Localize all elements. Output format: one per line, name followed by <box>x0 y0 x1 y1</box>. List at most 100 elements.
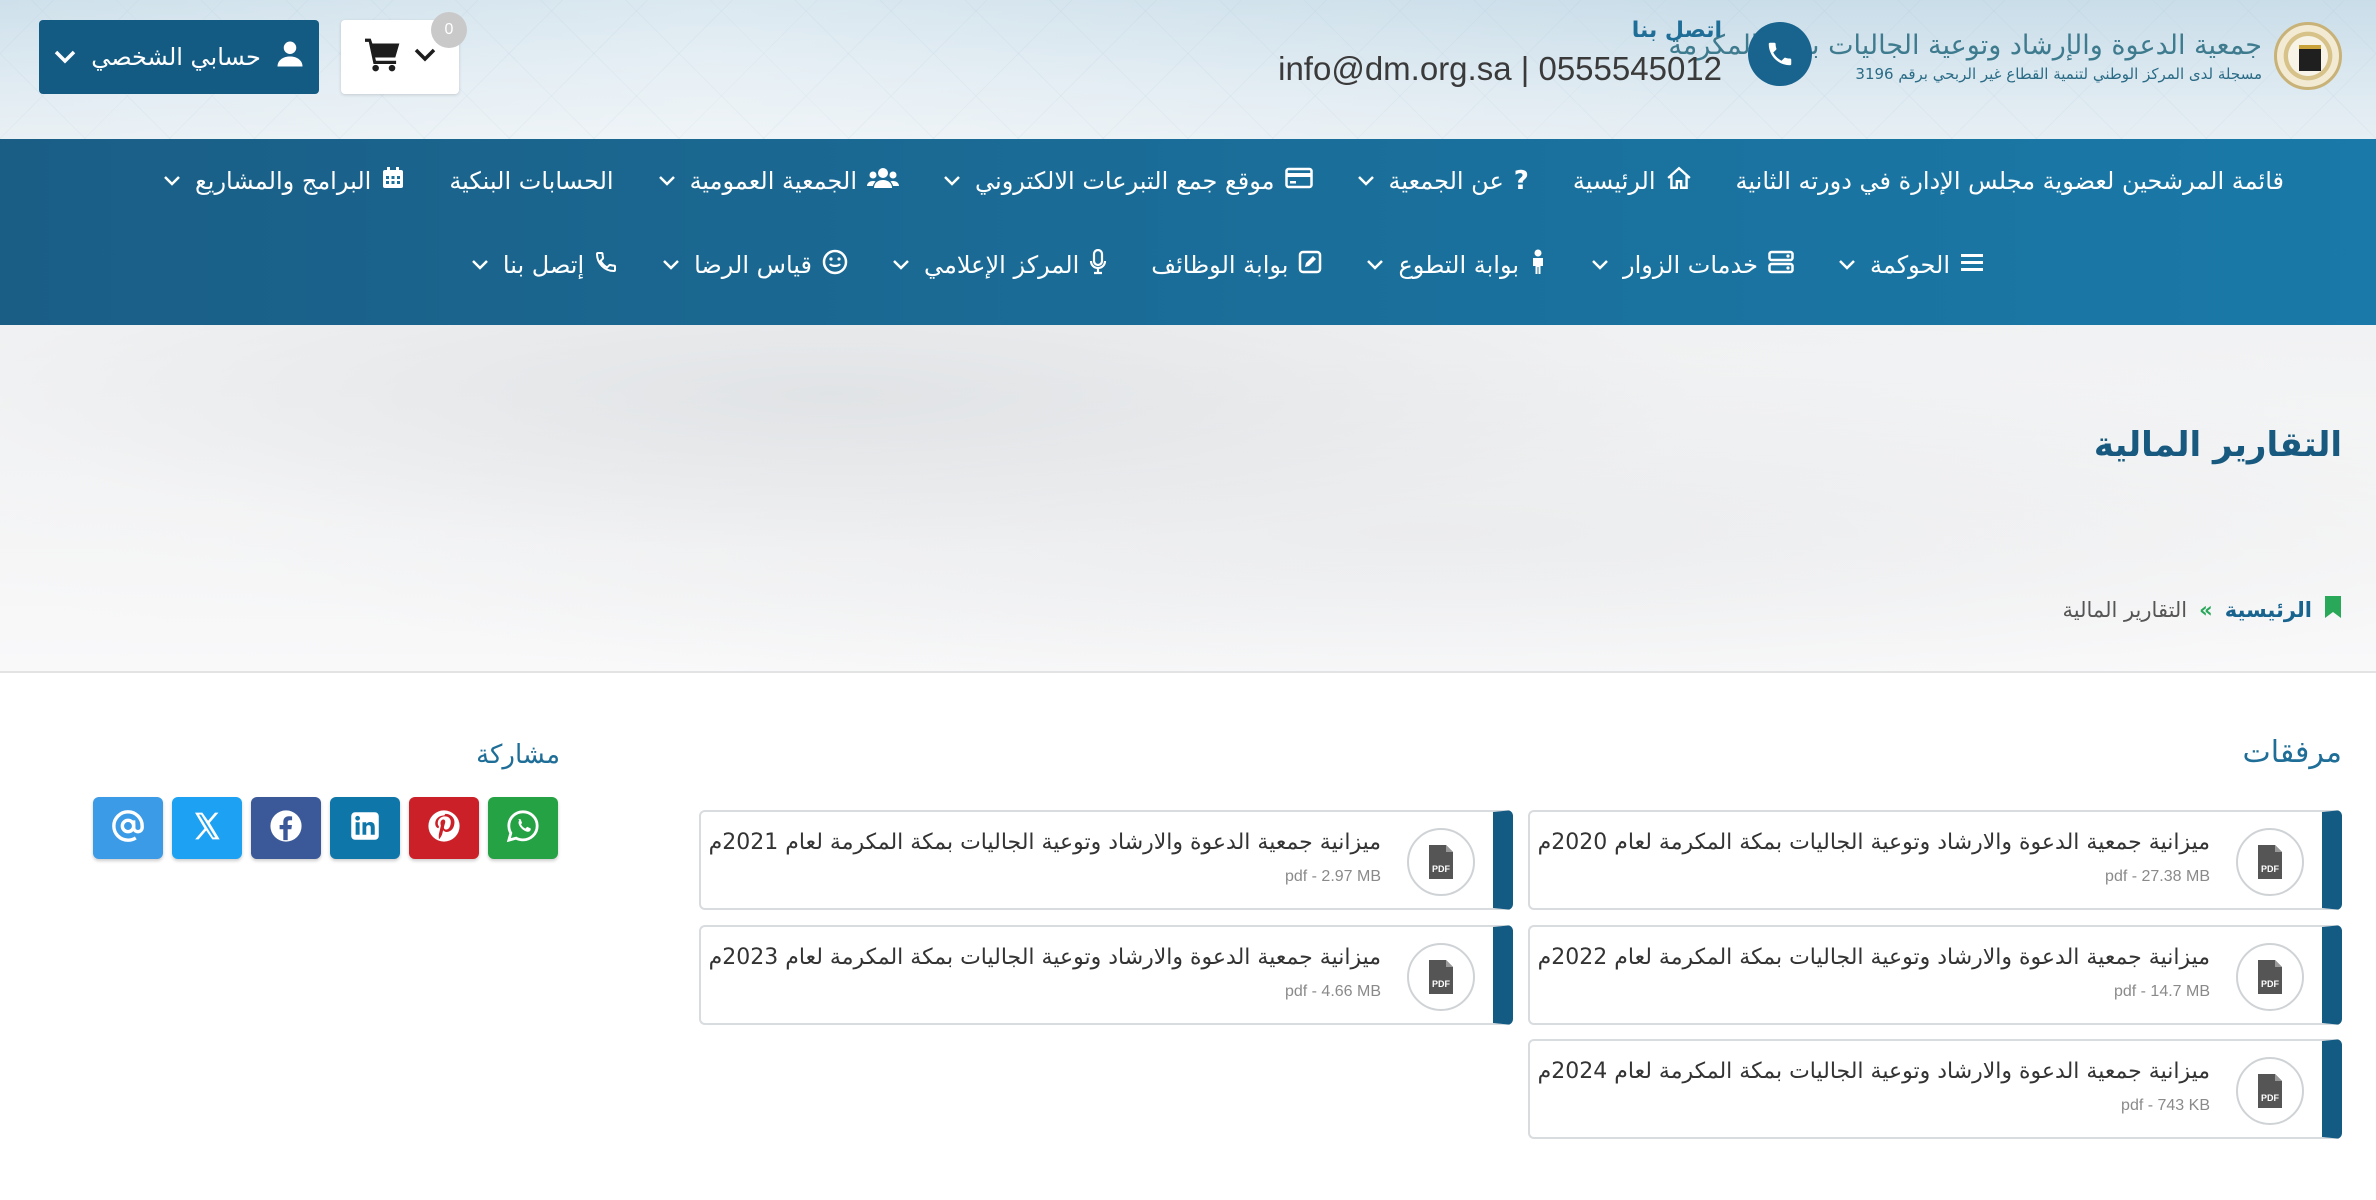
edit-icon <box>1298 250 1322 280</box>
nav-item-general-assembly[interactable]: الجمعية العمومية <box>636 166 921 196</box>
svg-text:PDF: PDF <box>2261 979 2280 989</box>
nav-label: الجمعية العمومية <box>689 167 858 195</box>
attachment-item[interactable]: PDF ميزانية جمعية الدعوة والارشاد وتوعية… <box>1528 925 2342 1025</box>
attachment-meta: pdf - 14.7 MB <box>2113 983 2210 1000</box>
nav-item-volunteering[interactable]: بوابة التطوع <box>1344 249 1569 281</box>
nav-label: الحوكمة <box>1869 251 1950 279</box>
pdf-file-icon: PDF <box>2236 943 2304 1011</box>
breadcrumb: الرئيسية » التقارير المالية <box>2063 595 2342 624</box>
chevron-down-icon <box>163 171 181 192</box>
svg-text:PDF: PDF <box>2261 864 2280 874</box>
page-hero: التقارير المالية الرئيسية » التقارير الم… <box>0 325 2376 673</box>
attachment-item[interactable]: PDF ميزانية جمعية الدعوة والارشاد وتوعية… <box>1528 1039 2342 1139</box>
svg-text:PDF: PDF <box>2261 1093 2280 1103</box>
chevron-down-icon <box>1838 255 1856 276</box>
pdf-file-icon: PDF <box>2236 1057 2304 1125</box>
share-title: مشاركة <box>476 740 560 770</box>
contact-block: اتصل بنا info@dm.org.sa | 0555545012 <box>1278 14 1812 94</box>
attachment-meta: pdf - 743 KB <box>2121 1097 2210 1114</box>
user-icon <box>275 39 305 75</box>
cart-icon <box>363 37 403 77</box>
attachment-item[interactable]: PDF ميزانية جمعية الدعوة والارشاد وتوعية… <box>1528 810 2342 910</box>
nav-item-media-center[interactable]: المركز الإعلامي <box>870 248 1129 281</box>
attachment-item[interactable]: PDF ميزانية جمعية الدعوة والارشاد وتوعية… <box>699 925 1513 1025</box>
share-email-button[interactable] <box>93 797 163 859</box>
pinterest-icon <box>427 809 461 847</box>
microphone-icon <box>1089 248 1107 281</box>
nav-item-visitor-services[interactable]: خدمات الزوار <box>1569 250 1816 280</box>
nav-label: قياس الرضا <box>694 251 812 279</box>
svg-text:PDF: PDF <box>1432 864 1451 874</box>
main-navbar: قائمة المرشحين لعضوية مجلس الإدارة في دو… <box>0 139 2376 325</box>
pdf-file-icon: PDF <box>1407 943 1475 1011</box>
kaaba-emblem-icon <box>2274 22 2342 90</box>
breadcrumb-home[interactable]: الرئيسية <box>2225 598 2312 622</box>
attachment-meta: pdf - 4.66 MB <box>1284 983 1381 1000</box>
share-buttons <box>93 797 558 859</box>
nav-item-about[interactable]: ? عن الجمعية <box>1335 166 1551 196</box>
chevron-down-icon <box>658 171 676 192</box>
server-icon <box>1768 250 1794 280</box>
chevron-down-icon <box>943 171 961 192</box>
bars-icon <box>1960 251 1984 279</box>
email-icon <box>111 809 145 847</box>
nav-item-jobs[interactable]: بوابة الوظائف <box>1129 250 1344 280</box>
breadcrumb-separator: » <box>2199 597 2213 622</box>
phone-icon <box>594 250 618 280</box>
nav-label: البرامج والمشاريع <box>194 167 372 195</box>
attachment-name: ميزانية جمعية الدعوة والارشاد وتوعية الج… <box>1537 1059 2210 1084</box>
nav-label: بوابة الوظائف <box>1151 251 1289 279</box>
facebook-icon <box>269 809 303 847</box>
linkedin-icon <box>350 811 380 845</box>
chevron-down-icon <box>471 255 489 276</box>
share-whatsapp-button[interactable] <box>488 797 558 859</box>
chevron-down-icon <box>892 255 910 276</box>
nav-label: موقع جمع التبرعات الالكتروني <box>975 167 1275 195</box>
nav-item-home[interactable]: الرئيسية <box>1551 166 1714 196</box>
nav-item-governance[interactable]: الحوكمة <box>1816 251 2006 279</box>
nav-label: عن الجمعية <box>1388 167 1504 195</box>
nav-label: إتصل بنا <box>502 251 585 279</box>
bookmark-icon <box>2324 595 2342 624</box>
attachment-name: ميزانية جمعية الدعوة والارشاد وتوعية الج… <box>708 945 1381 970</box>
nav-row-2: الحوكمة خدمات الزوار بوابة التطوع بوابة … <box>70 223 2006 307</box>
svg-text:PDF: PDF <box>1432 979 1451 989</box>
nav-row-1: قائمة المرشحين لعضوية مجلس الإدارة في دو… <box>70 139 2306 223</box>
nav-item-candidates[interactable]: قائمة المرشحين لعضوية مجلس الإدارة في دو… <box>1714 167 2306 195</box>
question-icon: ? <box>1513 166 1529 196</box>
attachment-meta: pdf - 2.97 MB <box>1284 868 1381 885</box>
person-icon <box>1529 249 1547 281</box>
credit-card-icon <box>1284 167 1313 195</box>
logo-subtitle: مسجلة لدى المركز الوطني لتنمية القطاع غي… <box>1855 64 2262 83</box>
attachment-item[interactable]: PDF ميزانية جمعية الدعوة والارشاد وتوعية… <box>699 810 1513 910</box>
calendar-icon <box>381 166 405 196</box>
nav-label: الرئيسية <box>1572 167 1656 195</box>
chevron-down-icon <box>53 43 77 71</box>
contact-title[interactable]: اتصل بنا <box>1632 18 1722 43</box>
share-linkedin-button[interactable] <box>330 797 400 859</box>
chevron-down-icon <box>413 47 437 67</box>
my-account-label: حسابي الشخصي <box>91 43 261 71</box>
nav-item-satisfaction[interactable]: قياس الرضا <box>640 249 870 281</box>
nav-item-programs[interactable]: البرامج والمشاريع <box>141 166 427 196</box>
attachment-name: ميزانية جمعية الدعوة والارشاد وتوعية الج… <box>1537 830 2210 855</box>
chevron-down-icon <box>1357 171 1375 192</box>
nav-label: المركز الإعلامي <box>923 251 1080 279</box>
chevron-down-icon <box>1366 255 1384 276</box>
share-pinterest-button[interactable] <box>409 797 479 859</box>
my-account-button[interactable]: حسابي الشخصي <box>39 20 319 94</box>
contact-email-phone[interactable]: info@dm.org.sa | 0555545012 <box>1278 50 1722 88</box>
whatsapp-icon <box>506 809 540 847</box>
cart-button[interactable]: 0 <box>341 12 467 94</box>
users-icon <box>867 166 900 196</box>
nav-item-contact[interactable]: إتصل بنا <box>449 250 640 280</box>
top-header: جمعية الدعوة والإرشاد وتوعية الجاليات بم… <box>0 0 2376 139</box>
x-twitter-icon <box>191 810 223 846</box>
share-x-button[interactable] <box>172 797 242 859</box>
nav-item-bank-accounts[interactable]: الحسابات البنكية <box>427 167 635 195</box>
site-logo[interactable]: جمعية الدعوة والإرشاد وتوعية الجاليات بم… <box>1668 14 2342 98</box>
nav-label: قائمة المرشحين لعضوية مجلس الإدارة في دو… <box>1735 167 2284 195</box>
share-facebook-button[interactable] <box>251 797 321 859</box>
nav-item-donations[interactable]: موقع جمع التبرعات الالكتروني <box>921 167 1334 195</box>
phone-icon[interactable] <box>1748 22 1812 86</box>
